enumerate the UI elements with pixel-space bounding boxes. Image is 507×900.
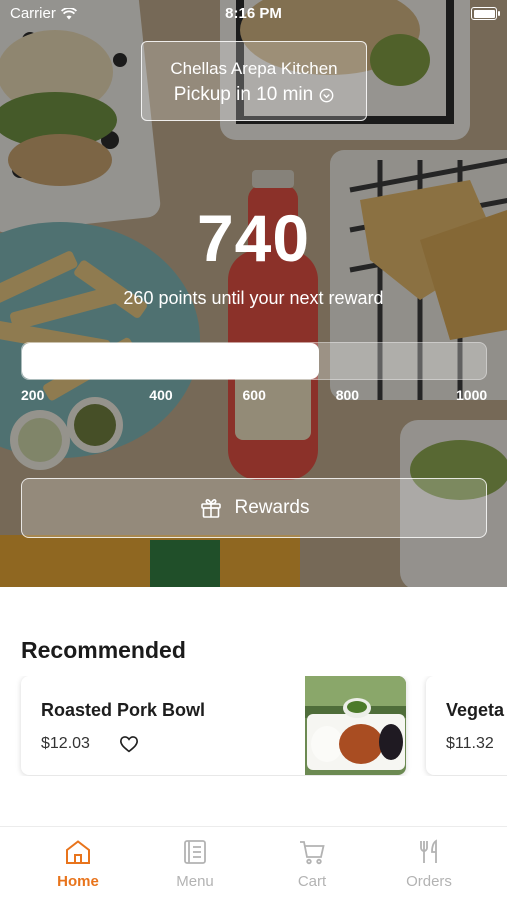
store-selector[interactable]: Chellas Arepa Kitchen Pickup in 10 min <box>141 41 367 121</box>
product-name: Roasted Pork Bowl <box>41 700 206 720</box>
tab-cart[interactable]: Cart <box>249 827 375 900</box>
product-card[interactable]: Vegeta $11.32 <box>426 676 507 775</box>
gift-icon <box>200 499 221 518</box>
recommended-heading: Recommended <box>21 637 186 663</box>
points-until-reward: 260 points until your next reward <box>123 288 384 308</box>
battery-icon <box>471 7 500 20</box>
store-name: Chellas Arepa Kitchen <box>170 59 338 78</box>
points-balance: 740 <box>196 201 311 275</box>
bottom-tab-bar: Home Menu Cart Orders <box>0 826 507 900</box>
progress-tick-label: 1000 <box>456 387 488 403</box>
pickup-time: Pickup in 10 min <box>142 84 366 106</box>
tab-label: Home <box>57 873 99 890</box>
progress-tick-label: 600 <box>242 387 266 403</box>
tab-menu[interactable]: Menu <box>132 827 258 900</box>
progress-tick-label: 400 <box>149 387 173 403</box>
product-name: Vegeta <box>446 700 505 720</box>
heart-icon[interactable] <box>119 735 139 753</box>
product-price: $11.32 <box>446 735 494 752</box>
tab-orders[interactable]: Orders <box>366 827 492 900</box>
rewards-progress-bar <box>21 342 487 380</box>
product-price: $12.03 <box>41 735 90 752</box>
tab-label: Cart <box>297 873 327 890</box>
clock: 8:16 PM <box>225 5 282 22</box>
progress-tick-label: 200 <box>21 387 45 403</box>
rewards-button-label: Rewards <box>234 497 310 518</box>
rewards-progress-fill <box>22 343 319 379</box>
product-card[interactable]: Roasted Pork Bowl $12.03 <box>21 676 406 775</box>
tab-home[interactable]: Home <box>15 827 141 900</box>
product-image <box>305 676 406 775</box>
progress-scale: 200 400 600 800 1000 <box>21 387 487 405</box>
status-bar: Carrier 8:16 PM <box>0 0 507 28</box>
menu-icon <box>184 840 206 864</box>
cart-icon <box>300 841 325 865</box>
tab-label: Orders <box>406 873 452 890</box>
progress-tick-label: 800 <box>335 387 360 403</box>
home-icon <box>66 840 90 864</box>
tab-label: Menu <box>176 873 214 890</box>
hero-banner: Carrier 8:16 PM Chellas Arepa Kitchen Pi… <box>0 0 507 587</box>
fork-knife-icon <box>420 839 437 863</box>
chevron-down-circle-icon <box>319 88 334 102</box>
recommended-carousel[interactable]: Roasted Pork Bowl $12.03 Vegeta $11.32 <box>0 676 507 776</box>
rewards-button[interactable]: Rewards <box>21 478 487 538</box>
pickup-label: Pickup in 10 min <box>173 84 314 105</box>
